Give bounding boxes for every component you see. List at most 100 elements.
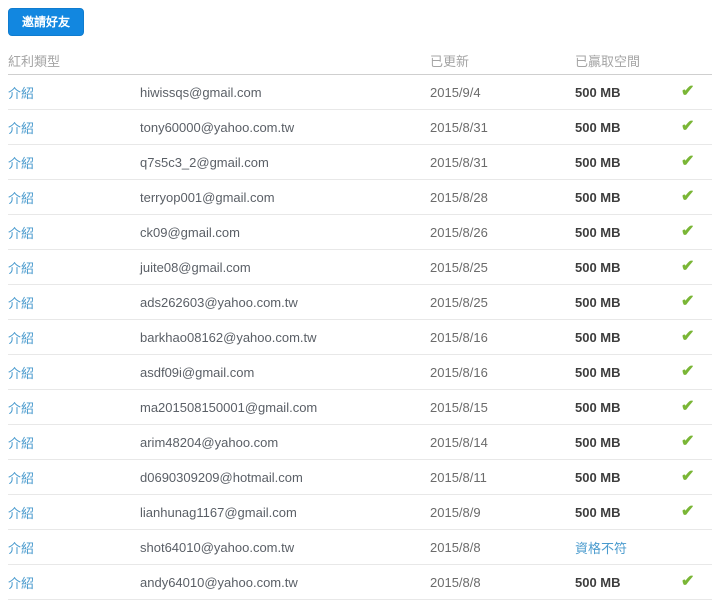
referral-email: hiwissqs@gmail.com <box>140 84 262 100</box>
updated-date: 2015/8/31 <box>430 119 488 135</box>
bonus-type-link[interactable]: 介紹 <box>8 541 34 556</box>
invite-friends-button[interactable]: 邀請好友 <box>8 8 85 36</box>
status-cell: ✔ <box>675 574 712 590</box>
status-cell: ✔ <box>675 504 712 520</box>
bonus-type-link[interactable]: 介紹 <box>8 261 34 276</box>
bonus-type-link[interactable]: 介紹 <box>8 191 34 206</box>
referral-email: ck09@gmail.com <box>140 224 240 240</box>
referral-email: lianhunag1167@gmail.com <box>140 504 297 520</box>
check-icon: ✔ <box>681 258 695 275</box>
referral-email: juite08@gmail.com <box>140 259 251 275</box>
header-updated: 已更新 <box>430 53 470 69</box>
referral-email: terryop001@gmail.com <box>140 189 275 205</box>
updated-date: 2015/8/8 <box>430 539 481 555</box>
bonus-type-link[interactable]: 介紹 <box>8 296 34 311</box>
check-icon: ✔ <box>681 503 695 520</box>
table-row: 介紹 asdf09i@gmail.com 2015/8/16 500 MB ✔ <box>8 355 712 390</box>
table-row: 介紹 ck09@gmail.com 2015/8/26 500 MB ✔ <box>8 215 712 250</box>
updated-date: 2015/8/26 <box>430 224 488 240</box>
updated-date: 2015/8/9 <box>430 504 481 520</box>
check-icon: ✔ <box>681 223 695 240</box>
table-row: 介紹 hiwissqs@gmail.com 2015/9/4 500 MB ✔ <box>8 75 712 110</box>
referral-email: barkhao08162@yahoo.com.tw <box>140 329 317 345</box>
space-earned-value: 500 MB <box>575 259 621 275</box>
referral-email: d0690309209@hotmail.com <box>140 469 303 485</box>
bonus-type-link[interactable]: 介紹 <box>8 436 34 451</box>
space-earned-value: 500 MB <box>575 119 621 135</box>
table-row: 介紹 arim48204@yahoo.com 2015/8/14 500 MB ✔ <box>8 425 712 460</box>
updated-date: 2015/8/8 <box>430 574 481 590</box>
updated-date: 2015/8/15 <box>430 399 488 415</box>
referral-bonus-table: 紅利類型 已更新 已贏取空間 介紹 hiwissqs@gmail.com 2015/… <box>8 46 712 600</box>
table-row: 介紹 d0690309209@hotmail.com 2015/8/11 500 MB… <box>8 460 712 495</box>
table-row: 介紹 lianhunag1167@gmail.com 2015/8/9 500 MB ✔ <box>8 495 712 530</box>
status-cell: ✔ <box>675 469 712 485</box>
check-icon: ✔ <box>681 363 695 380</box>
space-earned-value: 500 MB <box>575 224 621 240</box>
referral-email: asdf09i@gmail.com <box>140 364 255 380</box>
check-icon: ✔ <box>681 153 695 170</box>
space-earned-value: 500 MB <box>575 434 621 450</box>
bonus-type-link[interactable]: 介紹 <box>8 86 34 101</box>
updated-date: 2015/8/25 <box>430 259 488 275</box>
updated-date: 2015/8/16 <box>430 364 488 380</box>
updated-date: 2015/8/28 <box>430 189 488 205</box>
bonus-type-link[interactable]: 介紹 <box>8 331 34 346</box>
space-earned-value: 500 MB <box>575 504 621 520</box>
check-icon: ✔ <box>681 118 695 135</box>
bonus-type-link[interactable]: 介紹 <box>8 471 34 486</box>
updated-date: 2015/8/25 <box>430 294 488 310</box>
referral-email: ma201508150001@gmail.com <box>140 399 318 415</box>
space-earned-value: 500 MB <box>575 399 621 415</box>
space-earned-value: 500 MB <box>575 189 621 205</box>
bonus-type-link[interactable]: 介紹 <box>8 576 34 591</box>
check-icon: ✔ <box>681 398 695 415</box>
space-earned-value: 500 MB <box>575 364 621 380</box>
referral-email: arim48204@yahoo.com <box>140 434 279 450</box>
check-icon: ✔ <box>681 433 695 450</box>
referral-email: tony60000@yahoo.com.tw <box>140 119 295 135</box>
table-header-row: 紅利類型 已更新 已贏取空間 <box>8 46 712 75</box>
check-icon: ✔ <box>681 293 695 310</box>
status-cell: ✔ <box>675 119 712 135</box>
table-row: 介紹 juite08@gmail.com 2015/8/25 500 MB ✔ <box>8 250 712 285</box>
space-earned-value: 500 MB <box>575 154 621 170</box>
check-icon: ✔ <box>681 468 695 485</box>
status-cell: ✔ <box>675 189 712 205</box>
referral-bonus-page: 邀請好友 紅利類型 已更新 已贏取空間 介紹 hiwissqs@gmail.com… <box>8 0 712 600</box>
status-cell: ✔ <box>675 84 712 100</box>
updated-date: 2015/9/4 <box>430 84 481 100</box>
table-row: 介紹 ma201508150001@gmail.com 2015/8/15 500 M… <box>8 390 712 425</box>
header-bonus-type: 紅利類型 <box>8 53 61 69</box>
updated-date: 2015/8/16 <box>430 329 488 345</box>
table-row: 介紹 barkhao08162@yahoo.com.tw 2015/8/16 500 … <box>8 320 712 355</box>
status-cell: ✔ <box>675 259 712 275</box>
table-row: 介紹 tony60000@yahoo.com.tw 2015/8/31 500 MB ✔ <box>8 110 712 145</box>
table-row: 介紹 shot64010@yahoo.com.tw 2015/8/8 資格不符 <box>8 530 712 565</box>
bonus-type-link[interactable]: 介紹 <box>8 401 34 416</box>
status-cell: ✔ <box>675 434 712 450</box>
space-earned-value: 500 MB <box>575 294 621 310</box>
status-cell: ✔ <box>675 224 712 240</box>
space-earned-value: 500 MB <box>575 469 621 485</box>
ineligible-link[interactable]: 資格不符 <box>575 541 627 556</box>
check-icon: ✔ <box>681 573 695 590</box>
bonus-type-link[interactable]: 介紹 <box>8 506 34 521</box>
table-row: 介紹 q7s5c3_2@gmail.com 2015/8/31 500 MB ✔ <box>8 145 712 180</box>
referral-email: ads262603@yahoo.com.tw <box>140 294 298 310</box>
referral-email: q7s5c3_2@gmail.com <box>140 154 269 170</box>
bonus-type-link[interactable]: 介紹 <box>8 366 34 381</box>
check-icon: ✔ <box>681 83 695 100</box>
bonus-type-link[interactable]: 介紹 <box>8 121 34 136</box>
bonus-type-link[interactable]: 介紹 <box>8 226 34 241</box>
updated-date: 2015/8/14 <box>430 434 488 450</box>
bonus-type-link[interactable]: 介紹 <box>8 156 34 171</box>
updated-date: 2015/8/31 <box>430 154 488 170</box>
updated-date: 2015/8/11 <box>430 469 487 485</box>
space-earned-value: 500 MB <box>575 574 621 590</box>
referral-email: andy64010@yahoo.com.tw <box>140 574 298 590</box>
table-row: 介紹 ads262603@yahoo.com.tw 2015/8/25 500 MB ✔ <box>8 285 712 320</box>
status-cell: ✔ <box>675 154 712 170</box>
table-row: 介紹 terryop001@gmail.com 2015/8/28 500 MB ✔ <box>8 180 712 215</box>
space-earned-value: 500 MB <box>575 329 621 345</box>
